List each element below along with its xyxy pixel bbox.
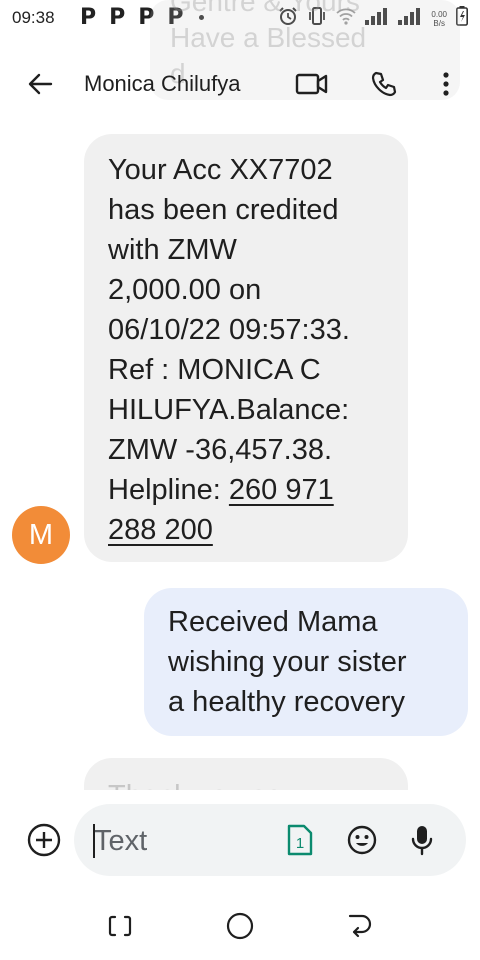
message-line: with ZMW [108,234,237,266]
message-line: has been credited [108,194,339,226]
phone-number-link[interactable]: 260 971 [229,474,334,506]
conversation-app-bar: Monica Chilufya [0,50,480,116]
incoming-message-bubble[interactable]: Your Acc XX7702 has been credited with Z… [84,134,408,562]
microphone-icon [411,826,433,856]
add-circle-icon [27,823,61,857]
contact-avatar[interactable]: M [12,506,70,564]
more-options-button[interactable] [426,64,466,104]
message-line: 06/10/22 09:57:33. [108,314,350,346]
partial-incoming-message-bubble[interactable]: Thank you so [84,758,408,790]
message-line: 2,000.00 on [108,274,262,306]
message-line: Your Acc XX7702 [108,154,333,186]
more-vert-icon [443,72,449,96]
message-line: Ref : MONICA C [108,354,321,386]
voice-call-button[interactable] [364,64,404,104]
message-line: wishing your sister [168,646,407,678]
message-line: a healthy recovery [168,686,405,718]
message-line: Helpline: 260 971 [108,470,390,510]
back-nav-button[interactable] [340,906,380,946]
home-button[interactable] [220,906,260,946]
text-cursor [93,824,95,858]
compose-bar: 1 [0,790,480,900]
home-circle-icon [226,912,254,940]
attach-button[interactable] [24,820,64,860]
message-line: HILUFYA.Balance: [108,394,350,426]
voice-message-button[interactable] [404,822,440,858]
back-button[interactable] [20,64,60,104]
overlay-text-line: Gentre & Yours [170,0,360,17]
compose-field[interactable]: 1 [74,804,466,876]
phone-number-link[interactable]: 288 200 [108,514,213,546]
phone-icon [371,71,397,97]
contact-name[interactable]: Monica Chilufya [84,71,241,97]
message-line: Thank you so [108,776,282,790]
message-line: 288 200 [108,510,390,550]
sim-number: 1 [296,835,304,852]
message-line: Received Mama [168,606,378,638]
recents-button[interactable] [100,906,140,946]
helpline-label: Helpline: [108,474,229,506]
recents-icon [108,915,132,937]
back-nav-icon [348,914,372,938]
sim-selector-button[interactable]: 1 [282,822,318,858]
video-call-button[interactable] [292,64,332,104]
back-arrow-icon [28,73,53,95]
message-line: ZMW -36,457.38. [108,434,333,466]
outgoing-message-bubble[interactable]: Received Mama wishing your sister a heal… [144,588,468,736]
emoji-button[interactable] [344,822,380,858]
message-text-input[interactable] [94,824,274,858]
sim-card-icon: 1 [287,824,313,856]
status-time: 09:38 [12,8,55,27]
system-navigation-bar [0,900,480,960]
video-camera-icon [295,73,328,95]
emoji-icon [347,825,377,855]
p-app-notification-icon: P [80,5,97,30]
p-app-notification-icon: P [109,5,126,30]
